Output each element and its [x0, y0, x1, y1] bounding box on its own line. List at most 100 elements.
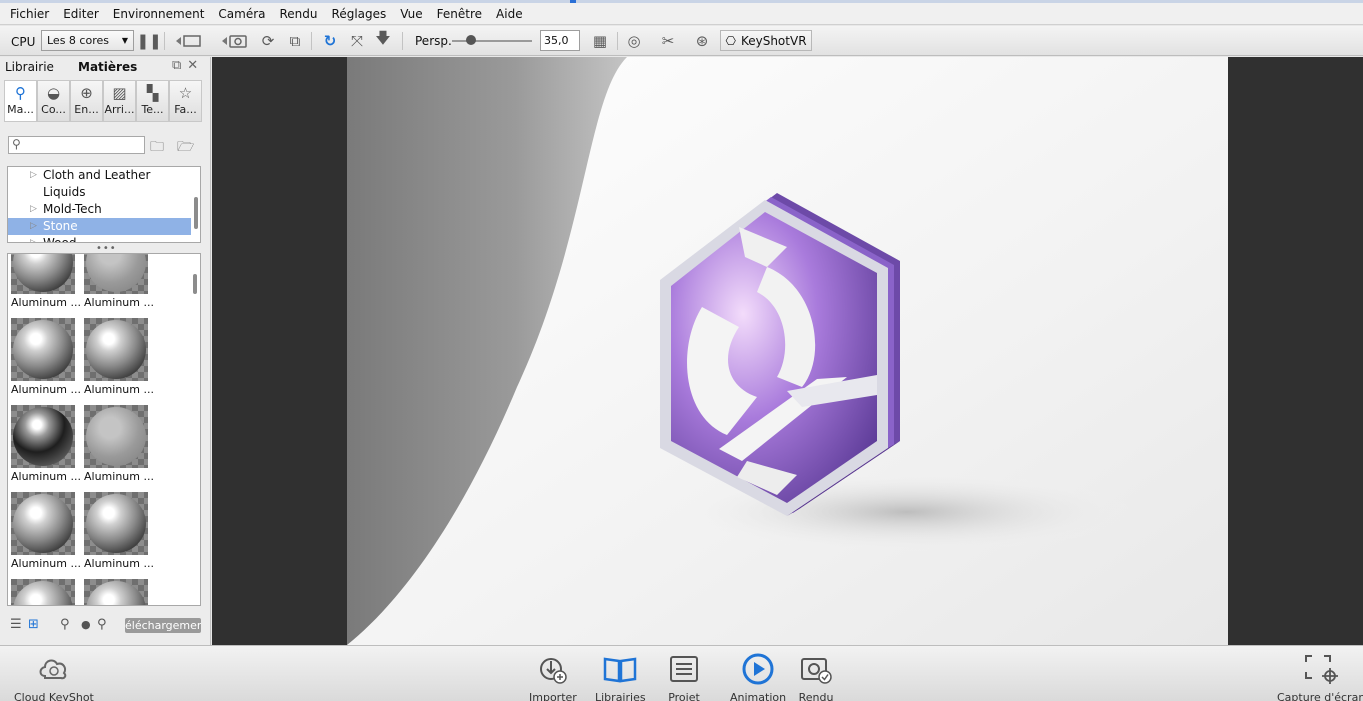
menu-camera[interactable]: Caméra	[211, 4, 272, 24]
undock-icon[interactable]: ⧉	[172, 58, 181, 73]
material-ball	[86, 254, 146, 292]
zoom-out-icon[interactable]: ⚲	[60, 617, 70, 632]
tab-library[interactable]: Librairie	[5, 60, 54, 74]
thumbnail-image	[84, 492, 148, 555]
expand-arrow-icon[interactable]: ▷	[30, 235, 37, 242]
scissors-icon[interactable]: ✂	[657, 30, 679, 51]
list-view-icon[interactable]: ☰	[10, 617, 22, 632]
material-label: Aluminum ...	[84, 557, 154, 570]
folder-options-icon[interactable]: 🗁	[177, 136, 194, 160]
tab-label: Co...	[41, 103, 66, 116]
tree-item[interactable]: ▷ Wood	[8, 235, 191, 243]
menu-fichier[interactable]: Fichier	[3, 4, 56, 24]
menu-editer[interactable]: Editer	[56, 4, 106, 24]
play-icon	[738, 650, 778, 688]
tree-item-label: Wood	[43, 236, 77, 243]
fov-slider[interactable]	[452, 30, 532, 51]
render-button[interactable]: Rendu	[796, 650, 836, 701]
menu-environnement[interactable]: Environnement	[106, 4, 212, 24]
material-ball	[13, 254, 73, 292]
copy-icon[interactable]: ⧉	[284, 30, 306, 51]
material-ball	[86, 320, 146, 379]
fov-input[interactable]: 35,0	[540, 30, 580, 51]
thumbnail-image	[11, 254, 75, 294]
material-label: Aluminum ...	[11, 470, 81, 483]
tree-item-label: Liquids	[43, 185, 86, 199]
menu-aide[interactable]: Aide	[489, 4, 530, 24]
render-view[interactable]	[347, 57, 1228, 645]
grid-icon[interactable]: ▦	[589, 30, 611, 51]
material-label: Aluminum ...	[84, 470, 154, 483]
fit-view-icon[interactable]: ⤧	[346, 30, 368, 51]
project-button[interactable]: Projet	[664, 650, 704, 701]
vr-icon: ⎔	[725, 33, 736, 48]
drop-to-ground-icon[interactable]: 🡇	[372, 29, 394, 51]
tree-item[interactable]: Liquids	[8, 184, 191, 201]
material-ball	[86, 494, 146, 553]
grid-view-icon[interactable]: ⊞	[28, 617, 39, 632]
cloud-icon	[34, 650, 74, 688]
import-icon	[533, 650, 573, 688]
fov-slider-handle[interactable]	[466, 35, 476, 45]
search-icon: ⚲	[12, 137, 21, 151]
reset-view-icon[interactable]: ↻	[319, 30, 341, 51]
project-label: Projet	[668, 691, 700, 701]
import-button[interactable]: Importer	[529, 650, 577, 701]
cores-select[interactable]: Les 8 cores ▼	[41, 30, 134, 51]
cloud-keyshot-button[interactable]: Cloud KeyShot	[14, 650, 94, 701]
new-folder-icon[interactable]: 🗀	[150, 136, 164, 160]
tab-materials[interactable]: Matières	[78, 60, 137, 74]
menu-rendu[interactable]: Rendu	[273, 4, 325, 24]
grid-scrollbar[interactable]	[193, 274, 197, 294]
scene-render	[347, 57, 1228, 645]
tab-colors[interactable]: ◒ Co...	[37, 80, 70, 122]
menu-fenetre[interactable]: Fenêtre	[430, 4, 489, 24]
download-button[interactable]: éléchargemen	[125, 618, 201, 633]
screenshot-button[interactable]: Capture d'écran	[1277, 650, 1363, 701]
tab-label: Arri...	[104, 103, 135, 116]
material-ball	[86, 581, 146, 605]
real-time-viewport[interactable]	[212, 57, 1363, 645]
refresh-icon[interactable]: ⟳	[257, 30, 279, 51]
thumbnail-image	[11, 405, 75, 468]
region-render-icon[interactable]: ◎	[623, 30, 645, 51]
expand-arrow-icon[interactable]: ▷	[30, 167, 37, 184]
animation-button[interactable]: Animation	[730, 650, 786, 701]
close-icon[interactable]: ✕	[187, 58, 198, 73]
expand-arrow-icon[interactable]: ▷	[30, 218, 37, 235]
toolbar-divider	[311, 32, 312, 50]
search-input[interactable]: ⚲	[8, 136, 145, 154]
tree-item-label: Mold-Tech	[43, 202, 102, 216]
tree-item[interactable]: ▷ Cloth and Leather	[8, 167, 191, 184]
screenshot-camera-icon[interactable]	[218, 30, 252, 51]
pause-icon[interactable]: ❚❚	[136, 30, 161, 51]
menu-vue[interactable]: Vue	[393, 4, 429, 24]
perspective-label: Persp.	[415, 33, 452, 48]
tab-label: Fa...	[174, 103, 197, 116]
thumbnail-image	[84, 254, 148, 294]
turntable-icon[interactable]: ⊛	[691, 30, 713, 51]
tab-favorites[interactable]: ☆ Fa...	[169, 80, 202, 122]
material-label: Aluminum ...	[11, 383, 81, 396]
keyshotvr-label: KeyShotVR	[740, 33, 807, 48]
presentation-icon[interactable]	[172, 30, 206, 51]
libraries-label: Librairies	[595, 691, 646, 701]
zoom-in-icon[interactable]: ⚲	[97, 617, 107, 632]
tree-item-selected[interactable]: ▷ Stone	[8, 218, 191, 235]
expand-arrow-icon[interactable]: ▷	[30, 201, 37, 218]
tree-scrollbar[interactable]	[194, 197, 198, 229]
tab-materials-category[interactable]: ⚲ Ma...	[4, 80, 37, 122]
tab-environments[interactable]: ⊕ En...	[70, 80, 103, 122]
material-label: Aluminum ...	[11, 557, 81, 570]
menu-reglages[interactable]: Réglages	[325, 4, 394, 24]
tab-textures[interactable]: ▚ Te...	[136, 80, 169, 122]
keyshotvr-button[interactable]: ⎔ KeyShotVR	[720, 30, 812, 51]
size-slider-handle[interactable]: ●	[81, 618, 91, 631]
star-icon: ☆	[178, 84, 193, 102]
panel-bottom-tools: ☰ ⊞ ⚲ ● ⚲ éléchargemen	[0, 617, 211, 637]
chevron-down-icon: ▼	[121, 36, 128, 45]
tree-item[interactable]: ▷ Mold-Tech	[8, 201, 191, 218]
tab-backplates[interactable]: ▨ Arri...	[103, 80, 136, 122]
libraries-button[interactable]: Librairies	[595, 650, 646, 701]
material-label: Aluminum ...	[84, 383, 154, 396]
